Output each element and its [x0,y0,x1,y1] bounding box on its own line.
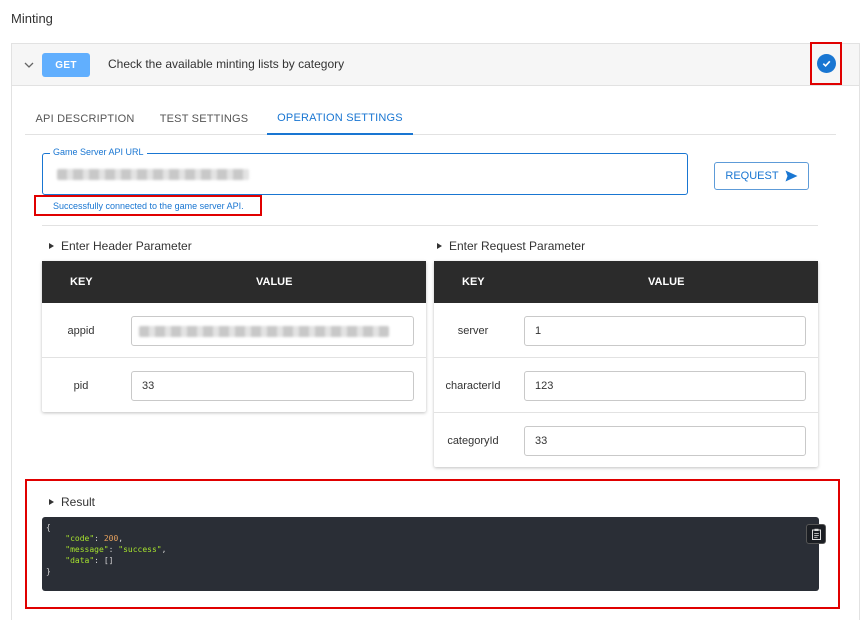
header-param-toggle[interactable]: Enter Header Parameter [49,239,192,253]
divider [42,225,818,226]
code-line: "message": "success", [65,545,167,554]
request-button-label: REQUEST [725,170,779,182]
param-key: server [457,324,489,337]
check-circle-icon[interactable] [816,54,836,73]
tab-test-settings[interactable]: TEST SETTINGS [149,102,259,135]
request-param-table: KEY VALUE server characterId categoryId [434,261,818,467]
clipboard-icon[interactable] [806,524,826,544]
result-toggle[interactable]: Result [49,495,95,509]
connection-status-highlight: Successfully connected to the game serve… [34,195,262,216]
header-table-head: KEY VALUE [42,261,426,303]
tab-operation-settings[interactable]: OPERATION SETTINGS [267,102,413,135]
table-row: characterId [434,358,818,413]
endpoint-description: Check the available minting lists by cat… [108,57,345,71]
table-row: server [434,303,818,358]
column-value: VALUE [648,276,685,288]
request-table-head: KEY VALUE [434,261,818,303]
code-line: "code": 200, [65,534,124,543]
pid-input[interactable] [131,371,414,401]
column-key: KEY [70,276,93,288]
column-key: KEY [462,276,485,288]
endpoint-header[interactable]: GET Check the available minting lists by… [12,42,859,86]
column-value: VALUE [256,276,293,288]
character-id-input[interactable] [524,371,806,401]
caret-right-icon [49,499,54,505]
chevron-down-icon[interactable] [23,59,35,71]
param-key: characterId [445,379,501,392]
table-row: appid [42,303,426,358]
param-key: appid [67,324,95,337]
url-field-label: Game Server API URL [50,147,147,157]
header-param-heading: Enter Header Parameter [61,239,192,253]
table-row: pid [42,358,426,413]
send-icon [785,170,798,182]
method-badge: GET [42,53,90,77]
caret-right-icon [437,243,442,249]
code-line: "data": [] [65,556,114,565]
param-key: categoryId [447,434,499,447]
code-line: { [46,523,51,532]
result-highlight: Result { "code": 200, "message": "succes… [25,479,840,609]
section-title: Minting [11,11,53,26]
server-input[interactable] [524,316,806,346]
url-input[interactable] [55,168,255,180]
request-button[interactable]: REQUEST [714,162,809,190]
tab-api-description[interactable]: API DESCRIPTION [25,102,145,135]
category-id-input[interactable] [524,426,806,456]
caret-right-icon [49,243,54,249]
param-key: pid [73,379,89,392]
result-code-block: { "code": 200, "message": "success", "da… [42,517,826,591]
connection-status: Successfully connected to the game serve… [53,200,244,211]
tab-bar: API DESCRIPTION TEST SETTINGS OPERATION … [25,102,836,135]
request-param-heading: Enter Request Parameter [449,239,586,253]
game-server-url-field[interactable]: Game Server API URL [42,147,688,195]
table-row: categoryId [434,413,818,468]
result-heading: Result [61,495,96,509]
header-param-table: KEY VALUE appid pid [42,261,426,412]
code-line: } [46,567,51,576]
request-param-toggle[interactable]: Enter Request Parameter [437,239,585,253]
verified-highlight [810,42,842,85]
appid-input[interactable] [131,316,414,346]
